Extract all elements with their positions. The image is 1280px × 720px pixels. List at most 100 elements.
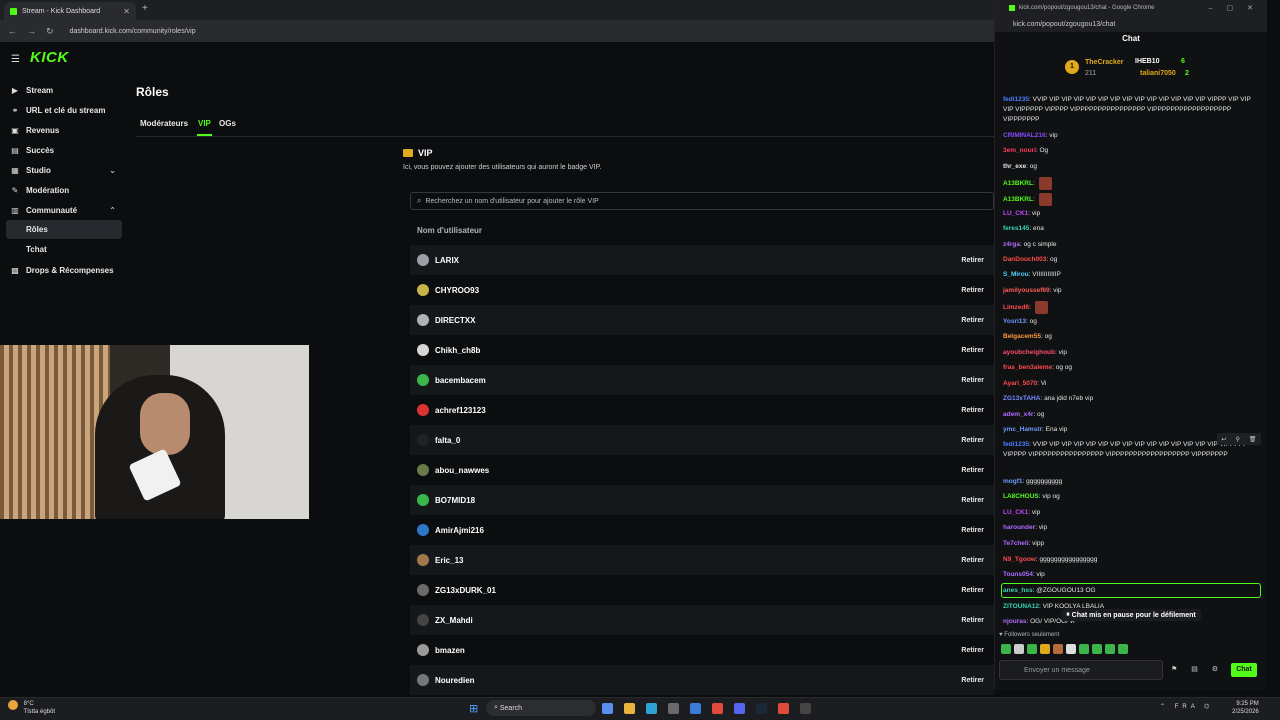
chat-message[interactable]: fedi1235: VVIP VIP VIP VIP VIP VIP VIP V… [1003,95,1259,125]
sidebar-item-moderation[interactable]: ✎ Modération [0,180,122,200]
sidebar-item-communaute[interactable]: ▥ Communauté ⌃ [0,200,122,220]
gifter-third-name[interactable]: taliani7050 [1140,70,1176,77]
taskbar-clock[interactable]: 9:25 PM 2/25/2026 [1232,700,1259,716]
emote-icon[interactable] [1105,644,1115,654]
chat-message[interactable]: Yosri13: og [1003,317,1259,327]
remove-vip-button[interactable]: Retirer [961,347,984,354]
remove-vip-button[interactable]: Retirer [961,647,984,654]
chat-username[interactable]: A13BKRL [1003,196,1033,203]
chat-username[interactable]: Te7cheli [1003,540,1029,547]
chat-username[interactable]: fras_ben3aleme [1003,364,1052,371]
chat-message[interactable]: 3em_nouri: Og [1003,146,1259,156]
obs-icon[interactable] [800,703,811,714]
chat-username[interactable]: thr_exe [1003,163,1026,170]
chat-paused-banner[interactable]: ⏸ Chat mis en pause pour le défilement [1061,609,1201,621]
chat-username[interactable]: CRIMINAL216 [1003,132,1046,139]
chat-message[interactable]: N9_Tgoow: gggggggggggggggg [1003,555,1259,565]
chat-username[interactable]: adem_x4r [1003,411,1033,418]
chat-username[interactable]: harounder [1003,524,1035,531]
windows-start-icon[interactable]: ⊞ [469,702,478,715]
chrome-icon[interactable] [712,703,723,714]
window-controls[interactable]: –▢✕ [1209,4,1267,12]
chat-url-bar[interactable]: kick.com/popout/zgougou13/chat [995,16,1267,32]
chat-username[interactable]: LA8CHOUS [1003,493,1039,500]
remove-vip-button[interactable]: Retirer [961,677,984,684]
reply-icon[interactable]: ↩ [1221,436,1226,443]
emote-icon[interactable] [1118,644,1128,654]
chat-message[interactable]: A13BKRL: [1003,177,1259,190]
gifter-first-name[interactable]: TheCracker [1085,59,1124,66]
sidebar-item-drops[interactable]: ▩ Drops & Récompenses [0,260,122,280]
chat-username[interactable]: S_Mirou [1003,271,1029,278]
remove-vip-button[interactable]: Retirer [961,287,984,294]
menu-icon[interactable]: ☰ [11,54,20,65]
sidebar-subitem-tchat[interactable]: Tchat [6,240,122,259]
emote-icon[interactable] [1066,644,1076,654]
chat-username[interactable]: z4rga [1003,241,1020,248]
chat-username[interactable]: jamilyoussef69 [1003,287,1050,294]
chat-username[interactable]: ZITOUNA12 [1003,603,1039,610]
system-tray[interactable]: ⌃ FRA ⌬ [1160,703,1213,710]
chat-send-button[interactable]: Chat [1231,663,1257,677]
add-vip-search-input[interactable]: ⌕ Recherchez un nom d'utilisateur pour a… [410,192,994,210]
emote-icon[interactable] [1001,644,1011,654]
emote-icon[interactable] [1079,644,1089,654]
sidebar-subitem-roles[interactable]: Rôles [6,220,122,239]
chat-username[interactable]: LU_CK1 [1003,210,1028,217]
chat-message[interactable]: adem_x4r: og [1003,410,1259,420]
remove-vip-button[interactable]: Retirer [961,257,984,264]
chat-username[interactable]: LU_CK1 [1003,509,1028,516]
chat-message[interactable]: jamilyoussef69: vip [1003,286,1259,296]
taskbar-search[interactable]: ⌕ Search [486,700,596,716]
chat-username[interactable]: N9_Tgoow [1003,556,1036,563]
input-language[interactable]: FRA [1175,704,1199,710]
new-tab-icon[interactable]: + [142,3,148,14]
forward-icon[interactable]: → [27,26,36,36]
mail-icon[interactable] [690,703,701,714]
chat-message[interactable]: harounder: vip [1003,523,1259,533]
chat-username[interactable]: Touns054 [1003,571,1033,578]
chat-username[interactable]: ZG13xTAHA [1003,395,1040,402]
chat-message[interactable]: DanDouch003: og [1003,255,1259,265]
emote-icon[interactable] [1040,644,1050,654]
chat-message[interactable]: Limzed6: [1003,301,1259,314]
browser-tab[interactable]: Stream - Kick Dashboard ✕ [4,2,136,20]
sidebar-item-studio[interactable]: ▦ Studio ⌄ [0,160,122,180]
remove-vip-button[interactable]: Retirer [961,467,984,474]
chat-message-input[interactable]: Envoyer un message [999,660,1163,680]
chat-message[interactable]: A13BKRL: [1003,193,1259,206]
chat-message[interactable]: LU_CK1: vip [1003,209,1259,219]
chat-toolbar-icons[interactable]: ⚑ ▤ ⚙ [1171,665,1224,673]
network-icon[interactable]: ⌬ [1204,704,1213,710]
file-explorer-icon[interactable] [624,703,635,714]
sidebar-item-revenus[interactable]: ▣ Revenus [0,120,122,140]
emote-icon[interactable] [1027,644,1037,654]
chat-username[interactable]: 3em_nouri [1003,147,1036,154]
tab-vip[interactable]: VIP [198,119,211,128]
remove-vip-button[interactable]: Retirer [961,497,984,504]
chat-username[interactable]: fedi1235 [1003,96,1029,103]
chat-username[interactable]: A13BKRL [1003,180,1033,187]
edge-icon[interactable] [646,703,657,714]
chat-message[interactable]: Belgacem55: og [1003,332,1259,342]
chat-username[interactable]: fedi1235 [1003,441,1029,448]
remove-vip-button[interactable]: Retirer [961,527,984,534]
store-icon[interactable] [668,703,679,714]
chat-message[interactable]: LA8CHOUS: vip og [1003,492,1259,502]
chat-username[interactable]: Limzed6 [1003,304,1029,311]
sidebar-item-url[interactable]: ⚭ URL et clé du stream [0,100,122,120]
back-icon[interactable]: ← [8,26,17,36]
delete-icon[interactable]: 🗑 [1249,436,1257,443]
chat-message[interactable]: ayoubcheighoub: vip [1003,348,1259,358]
pin-icon[interactable]: ⚲ [1235,436,1239,443]
kick-logo[interactable]: KICK [30,49,69,66]
steam-icon[interactable] [756,703,767,714]
chat-username[interactable]: njouras [1003,618,1026,625]
sidebar-item-stream[interactable]: ▶ Stream [0,80,122,100]
chat-message[interactable]: S_Mirou: VIIIIIIIIIIIP [1003,270,1259,280]
app-icon[interactable] [778,703,789,714]
remove-vip-button[interactable]: Retirer [961,557,984,564]
task-view-icon[interactable] [602,703,613,714]
chat-message[interactable]: Ayari_5070: Vi [1003,379,1259,389]
chat-username[interactable]: Belgacem55 [1003,333,1041,340]
